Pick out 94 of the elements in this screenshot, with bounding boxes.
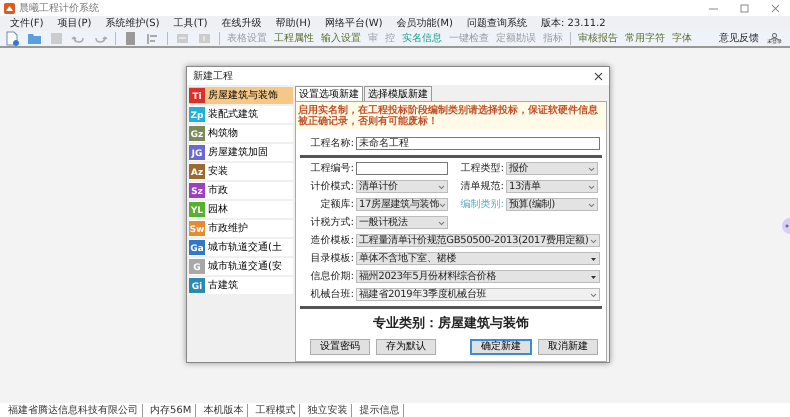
select-field[interactable]: 一般计税法	[356, 216, 448, 229]
chevron-down-icon	[590, 274, 597, 280]
toolbar-button[interactable]: 输入设置	[321, 31, 361, 46]
chevron-down-icon	[590, 292, 597, 298]
dialog-button[interactable]: 存为默认	[376, 338, 436, 354]
category-icon: Ga	[189, 240, 205, 255]
field-label: 编制类别:	[460, 198, 504, 212]
chevron-down-icon	[590, 256, 597, 262]
select-field[interactable]: 13清单	[506, 180, 598, 193]
status-item: 独立安装	[303, 404, 352, 416]
status-item: 内存56M	[146, 404, 196, 416]
tab[interactable]: 选择模版新建	[364, 86, 432, 101]
chevron-down-icon	[590, 238, 597, 244]
dialog-button[interactable]: 设置密码	[310, 338, 370, 354]
align-icon[interactable]	[145, 31, 160, 46]
status-item: 提示信息	[355, 404, 404, 416]
dialog-button[interactable]: 确定新建	[470, 338, 532, 354]
field-label: 工程类型:	[460, 162, 504, 176]
chevron-down-icon	[438, 184, 445, 190]
app-logo-icon	[4, 2, 15, 14]
select-field[interactable]: 工程量清单计价规范GB50500-2013(2017费用定额)	[356, 234, 600, 247]
window-title: 晨曦工程计价系统	[19, 2, 99, 16]
warning-notice: 启用实名制，在工程投标阶段编制类别请选择投标，保证软硬件信息被正确记录，否则有可能废标！	[296, 102, 606, 130]
category-icon: Az	[189, 164, 205, 179]
select-field[interactable]: 单体不含地下室、裙楼	[356, 252, 600, 265]
toolbar-button[interactable]: 字体	[672, 31, 692, 46]
menu-item[interactable]: 项目(P)	[58, 16, 92, 31]
side-tab-icon[interactable]	[781, 218, 790, 234]
select-field[interactable]: 17房屋建筑与装饰	[356, 198, 448, 211]
field-label: 工程编号:	[310, 162, 354, 176]
status-item: 工程模式	[251, 404, 300, 416]
category-item[interactable]: Sw 市政维护	[189, 220, 293, 237]
field-label: 工程名称:	[310, 137, 354, 151]
menu-item[interactable]: 帮助(H)	[275, 16, 311, 31]
menu-item[interactable]: 工具(T)	[174, 16, 208, 31]
category-icon: Zp	[189, 107, 205, 122]
category-icon: YL	[189, 202, 205, 217]
status-item: 福建省腾达信息科技有限公司	[4, 404, 143, 416]
input-field[interactable]	[356, 162, 448, 175]
chevron-down-icon	[588, 184, 595, 190]
status-item: 本机版本	[199, 404, 248, 416]
menu-item[interactable]: 问题查询系统	[466, 16, 527, 31]
category-icon: Gi	[189, 278, 205, 293]
maximize-icon[interactable]	[740, 4, 749, 12]
feedback-link[interactable]: 意见反馈	[719, 31, 759, 46]
select-field[interactable]: 福州2023年5月份材料综合价格	[356, 270, 600, 283]
input-field[interactable]: 未命名工程	[356, 137, 600, 150]
category-icon: Ti	[189, 88, 205, 103]
field-label: 计价模式:	[310, 180, 354, 194]
category-item[interactable]: Ga 城市轨道交通(土	[189, 239, 293, 256]
category-item[interactable]: YL 园林	[189, 201, 293, 218]
field-label: 造价模板:	[310, 234, 354, 248]
category-item[interactable]: JG 房屋建筑加固	[189, 144, 293, 161]
category-icon: Sz	[189, 183, 205, 198]
category-icon: Sw	[189, 221, 205, 236]
chevron-down-icon	[438, 220, 445, 226]
category-item[interactable]: Az 安装	[189, 163, 293, 180]
category-item[interactable]: Ti 房屋建筑与装饰	[189, 87, 293, 104]
category-item[interactable]: Sz 市政	[189, 182, 293, 199]
field-label: 定额库:	[320, 198, 354, 212]
menu-item[interactable]: 会员功能(M)	[396, 16, 453, 31]
close-icon[interactable]	[594, 72, 603, 80]
toolbar-button[interactable]: 审核报告	[578, 31, 618, 46]
category-item[interactable]: Zp 装配式建筑	[189, 106, 293, 123]
category-icon: G	[189, 259, 205, 274]
category-item[interactable]: G 城市轨道交通(安	[189, 258, 293, 275]
dialog-title: 新建工程	[193, 70, 233, 84]
select-field[interactable]: 报价	[506, 162, 598, 175]
chevron-down-icon	[588, 202, 595, 208]
user-icon	[770, 32, 779, 40]
menu-item[interactable]: 网络平台(W)	[324, 16, 383, 31]
category-item[interactable]: Gi 古建筑	[189, 277, 293, 294]
menu-item[interactable]: 系统维护(S)	[105, 16, 160, 31]
category-item[interactable]: Gz 构筑物	[189, 125, 293, 142]
category-icon: Gz	[189, 126, 205, 141]
field-label: 目录模板:	[310, 252, 354, 266]
field-label: 信息价期:	[310, 270, 354, 284]
version-label: 版本: 23.11.2	[540, 16, 606, 31]
chevron-down-icon	[588, 166, 595, 172]
category-icon: JG	[189, 145, 205, 160]
menu-item[interactable]: 文件(F)	[10, 16, 44, 31]
field-label: 机械台班:	[310, 288, 354, 302]
category-heading: 专业类别：房屋建筑与装饰	[372, 314, 530, 333]
toolbar-button[interactable]: 常用字符	[625, 31, 665, 46]
dialog-button[interactable]: 取消新建	[538, 338, 598, 354]
toolbar-button[interactable]: 工程属性	[274, 31, 314, 46]
tab[interactable]: 设置选项新建	[295, 86, 363, 101]
select-field[interactable]: 福建省2019年3季度机械台班	[356, 288, 600, 301]
menu-item[interactable]: 在线升级	[221, 16, 262, 31]
select-field[interactable]: 清单计价	[356, 180, 448, 193]
new-file-icon[interactable]	[5, 31, 20, 46]
chevron-down-icon	[439, 202, 446, 208]
field-label: 清单规范:	[460, 180, 504, 194]
field-label: 计税方式:	[310, 216, 354, 230]
